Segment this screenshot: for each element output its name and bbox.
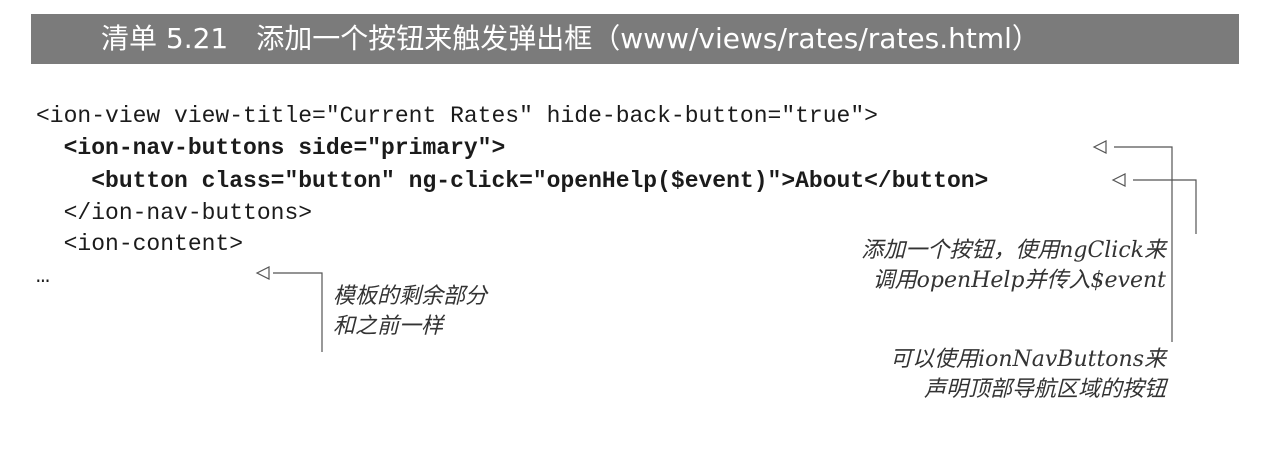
arrow-add-button	[1133, 179, 1197, 234]
arrow-template-rest-head	[255, 266, 270, 280]
arrow-add-button-head	[1111, 173, 1126, 187]
arrow-template-rest	[273, 272, 323, 352]
arrow-nav-buttons-head	[1092, 140, 1107, 154]
callout-arrows	[255, 140, 1197, 352]
